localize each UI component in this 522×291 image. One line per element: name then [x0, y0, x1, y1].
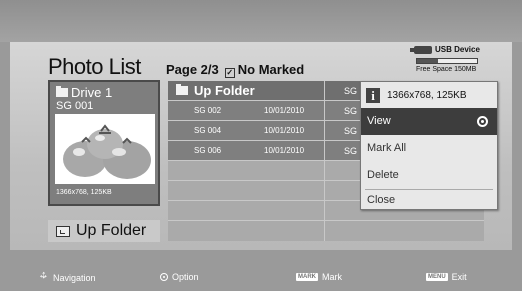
drive-name: Drive 1 — [56, 85, 112, 100]
mark-key-icon: MARK — [296, 273, 318, 281]
hint-mark-label: Mark — [322, 272, 342, 282]
menu-item-view[interactable]: View — [361, 108, 497, 135]
info-icon: i — [366, 87, 380, 103]
preview-resolution: 1366x768, 125KB — [56, 189, 112, 196]
up-folder-icon — [56, 225, 70, 237]
menu-item-label: Mark All — [367, 142, 407, 154]
usb-storage-fill — [417, 59, 438, 63]
radio-selected-icon — [477, 116, 488, 127]
navigation-arrows-icon — [38, 269, 49, 283]
tomatoes-image — [55, 114, 155, 184]
partial-file-name: SG — [344, 106, 358, 116]
drive-preview-card[interactable]: Drive 1 SG 001 1366x768, 125KB — [48, 80, 160, 206]
mark-status: No Marked — [237, 62, 305, 77]
top-band — [0, 0, 522, 42]
option-menu-info: 1366x768, 125KB — [387, 89, 467, 101]
partial-file-name: SG — [344, 86, 358, 96]
file-date: 10/01/2010 — [264, 126, 305, 135]
usb-label: USB Device — [435, 45, 480, 54]
hint-exit: MENU Exit — [426, 272, 467, 282]
up-folder-button[interactable]: Up Folder — [48, 220, 160, 242]
column-divider — [324, 81, 325, 241]
photo-thumbnail — [55, 114, 155, 184]
up-folder-button-label: Up Folder — [76, 222, 147, 239]
empty-row — [168, 221, 484, 241]
menu-item-delete[interactable]: Delete — [361, 162, 497, 189]
menu-key-icon: MENU — [426, 273, 448, 281]
checkbox-icon: ✓ — [224, 68, 235, 78]
hint-option: Option — [160, 272, 199, 282]
page-indicator: Page 2/3 — [166, 62, 219, 77]
option-menu: i 1366x768, 125KB View Mark All Delete C… — [360, 81, 498, 210]
page-title: Photo List — [48, 54, 141, 79]
ok-button-icon — [160, 273, 168, 281]
usb-free-space: Free Space 150MB — [416, 66, 477, 73]
file-date: 10/01/2010 — [264, 106, 305, 115]
hint-exit-label: Exit — [451, 272, 467, 282]
option-menu-header: i 1366x768, 125KB — [361, 82, 497, 108]
file-name: SG 006 — [194, 146, 222, 155]
bottom-hint-bar: Navigation Option MARK Mark MENU Exit — [0, 265, 522, 291]
up-folder-row-label: Up Folder — [194, 83, 255, 98]
folder-icon — [56, 86, 68, 97]
hint-navigation-label: Navigation — [53, 272, 96, 283]
folder-icon — [176, 84, 188, 95]
hint-navigation: Navigation — [38, 269, 96, 283]
menu-item-label: Close — [367, 194, 396, 206]
menu-item-label: View — [367, 115, 391, 127]
file-date: 10/01/2010 — [264, 146, 305, 155]
selected-file-name: SG 001 — [56, 100, 94, 112]
menu-item-label: Delete — [367, 169, 399, 181]
partial-file-name: SG — [344, 126, 358, 136]
file-name: SG 004 — [194, 126, 222, 135]
usb-icon — [410, 45, 432, 54]
usb-storage-bar — [416, 58, 478, 64]
page-info: Page 2/3 ✓ No Marked — [166, 62, 305, 78]
menu-item-close[interactable]: Close — [361, 190, 497, 210]
partial-file-name: SG — [344, 146, 358, 156]
usb-header: USB Device — [410, 45, 494, 54]
drive-name-label: Drive 1 — [71, 85, 113, 100]
file-name: SG 002 — [194, 106, 222, 115]
menu-item-mark-all[interactable]: Mark All — [361, 135, 497, 162]
hint-option-label: Option — [172, 272, 199, 282]
hint-mark: MARK Mark — [296, 272, 342, 282]
usb-status: USB Device Free Space 150MB — [410, 45, 494, 73]
